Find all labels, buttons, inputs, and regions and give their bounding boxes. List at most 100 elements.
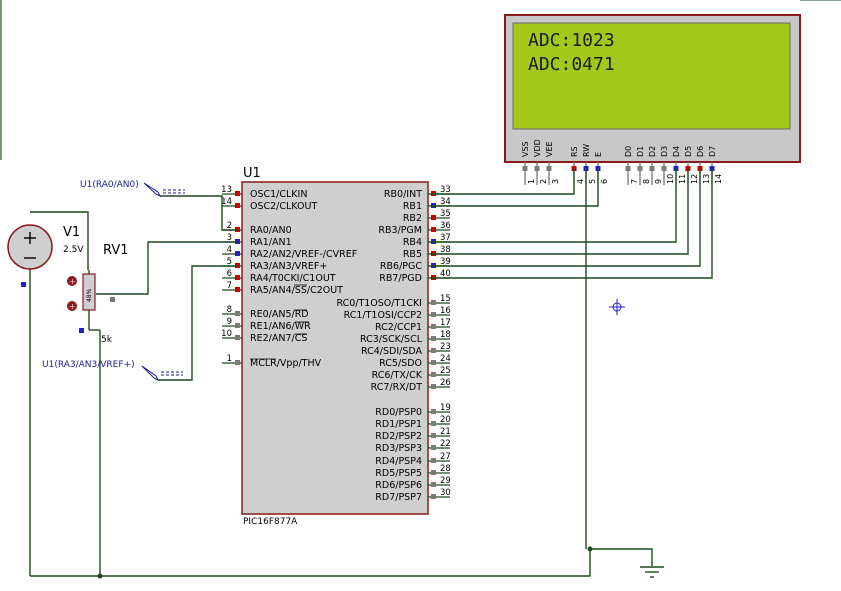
ic-pin-label: RD3/PSP3 bbox=[375, 443, 422, 454]
ic-pin-label: RD2/PSP2 bbox=[375, 431, 422, 442]
lcd-pin-name: VEE bbox=[545, 141, 554, 157]
ic-pin-label: RE2/AN7/CS bbox=[250, 333, 307, 344]
lcd-pin-name: D3 bbox=[660, 146, 669, 157]
pin-marker-grey bbox=[110, 297, 115, 302]
ic-pin-label: RC6/TX/CK bbox=[372, 370, 423, 381]
lcd-pin-number: 3 bbox=[551, 179, 560, 184]
lcd-line-2: ADC:0471 bbox=[528, 54, 615, 75]
lcd-pin-name: RS bbox=[570, 146, 579, 157]
ic-pin-marker bbox=[431, 227, 436, 232]
ic-pin-marker bbox=[235, 251, 240, 256]
ic-pin-marker bbox=[431, 409, 436, 414]
lcd-pin-number: 11 bbox=[678, 174, 687, 184]
lcd-pin-number: 2 bbox=[539, 179, 548, 184]
voltage-probe-ra3[interactable]: U1(RA3/AN3/VREF+) bbox=[42, 360, 183, 382]
lcd-pin-marker bbox=[661, 166, 667, 171]
ic-pin-label: RA3/AN3/VREF+ bbox=[250, 261, 327, 272]
schematic-canvas: ADC:1023 ADC:0471 VSS 1 VDD 2 VEE 3 RS 4 RW 5 E 6 D0… bbox=[0, 0, 841, 579]
ic-pin-label: RB6/PGC bbox=[380, 261, 422, 272]
ic-pin-label: RD6/PSP6 bbox=[375, 480, 422, 491]
ic-pin-marker bbox=[431, 348, 436, 353]
lcd-pin-marker bbox=[534, 166, 540, 171]
ic-pin-label: RE1/AN6/WR bbox=[250, 321, 311, 332]
pic-microcontroller[interactable]: U1 PIC16F877A 13 OSC1/CLKIN 14 OSC2/CLKOUT 2… bbox=[221, 166, 451, 527]
ic-pin-number: 1 bbox=[227, 354, 232, 364]
pot-reference: RV1 bbox=[103, 243, 129, 258]
junction-dot bbox=[97, 573, 103, 579]
ic-pin-number: 15 bbox=[440, 294, 451, 304]
lcd-pin-name: D4 bbox=[672, 146, 681, 157]
ic-pin-label: RA1/AN1 bbox=[250, 237, 292, 248]
ic-pin-number: 17 bbox=[440, 318, 451, 328]
ic-pin-number: 10 bbox=[221, 329, 232, 339]
ic-pin-number: 13 bbox=[221, 185, 232, 195]
pin-marker-blue bbox=[21, 282, 26, 287]
lcd-pin-number: 14 bbox=[714, 174, 723, 184]
ic-pin-number: 8 bbox=[227, 305, 232, 315]
ic-pin-label: OSC1/CLKIN bbox=[250, 189, 307, 200]
ic-pin-number: 16 bbox=[440, 306, 451, 316]
lcd-pin-marker bbox=[649, 166, 655, 171]
ic-part-number: PIC16F877A bbox=[243, 517, 298, 527]
ic-pin-number: 29 bbox=[440, 476, 451, 486]
source-value: 2.5V bbox=[63, 245, 84, 255]
ground-symbol bbox=[640, 566, 664, 578]
pot-terminal-mark: + bbox=[69, 277, 76, 286]
ic-pin-label: RB2 bbox=[403, 213, 422, 224]
lcd-pin-name: E bbox=[594, 152, 603, 157]
lcd-pin-name: D5 bbox=[684, 146, 693, 157]
lcd-pin-name: VSS bbox=[521, 141, 530, 157]
lcd-pin-name: D1 bbox=[636, 146, 645, 157]
ic-pin-label: RC0/T1OSO/T1CKI bbox=[336, 298, 422, 309]
lcd-pin-name: D2 bbox=[648, 146, 657, 157]
ic-pin-number: 24 bbox=[440, 354, 451, 364]
lcd-pin-number: 12 bbox=[690, 174, 699, 184]
ic-pin-label: RA4/T0CKI/C1OUT bbox=[250, 273, 336, 284]
probe-label: U1(RA0/AN0) bbox=[80, 180, 139, 190]
probe-arrow-icon bbox=[143, 182, 162, 198]
source-reference: V1 bbox=[63, 225, 80, 240]
ic-pin-marker bbox=[431, 215, 436, 220]
ic-pin-number: 23 bbox=[440, 342, 451, 352]
ic-pin-label: RA2/AN2/VREF-/CVREF bbox=[250, 249, 357, 260]
ic-pin-number: 21 bbox=[440, 427, 451, 437]
ic-pin-number: 25 bbox=[440, 366, 451, 376]
lcd-pin-name: RW bbox=[582, 144, 591, 157]
ic-pin-marker bbox=[431, 336, 436, 341]
probe-arrow-icon bbox=[141, 365, 160, 382]
ic-pin-label: RD5/PSP5 bbox=[375, 468, 422, 479]
ic-pin-label: RC7/RX/DT bbox=[371, 382, 423, 393]
lcd-module[interactable]: ADC:1023 ADC:0471 VSS 1 VDD 2 VEE 3 RS 4 RW 5 E 6 D0… bbox=[504, 14, 801, 185]
ic-pin-label: RA0/AN0 bbox=[250, 225, 292, 236]
ic-pin-number: 6 bbox=[227, 269, 232, 279]
ic-pin-marker bbox=[431, 482, 436, 487]
ic-pin-label: RC1/T1OSI/CCP2 bbox=[344, 310, 422, 321]
ic-pin-number: 30 bbox=[440, 488, 451, 498]
ic-pin-number: 14 bbox=[221, 197, 232, 207]
ic-pin-marker bbox=[431, 458, 436, 463]
ic-pin-label: RD7/PSP7 bbox=[375, 492, 422, 503]
pot-terminal-mark: + bbox=[69, 302, 76, 311]
lcd-pin-name: VDD bbox=[533, 139, 542, 157]
ic-reference: U1 bbox=[243, 166, 261, 181]
probe-label: U1(RA3/AN3/VREF+) bbox=[42, 360, 135, 370]
ic-pin-marker bbox=[431, 360, 436, 365]
ic-pin-marker bbox=[235, 275, 240, 280]
ic-pin-number: 27 bbox=[440, 452, 451, 462]
ic-pin-label: RB4 bbox=[403, 237, 422, 248]
pot-value: 5k bbox=[101, 335, 113, 345]
ic-pin-marker bbox=[431, 494, 436, 499]
ic-pin-marker bbox=[431, 445, 436, 450]
ic-pin-label: OSC2/CLKOUT bbox=[250, 201, 317, 212]
voltage-probe-ra0[interactable]: U1(RA0/AN0) bbox=[80, 180, 185, 198]
ic-pin-label: RA5/AN4/SS/C2OUT bbox=[250, 285, 343, 296]
pot-wiper-value: 48% bbox=[86, 288, 93, 302]
ic-pin-number: 20 bbox=[440, 415, 451, 425]
source-body bbox=[7, 224, 53, 270]
lcd-pin-number: 9 bbox=[654, 179, 663, 184]
ic-pin-marker bbox=[235, 191, 240, 196]
ic-pin-number: 28 bbox=[440, 464, 451, 474]
lcd-pin-name: D6 bbox=[696, 146, 705, 157]
ic-pin-label: RD4/PSP4 bbox=[375, 456, 422, 467]
ic-pin-marker bbox=[431, 433, 436, 438]
